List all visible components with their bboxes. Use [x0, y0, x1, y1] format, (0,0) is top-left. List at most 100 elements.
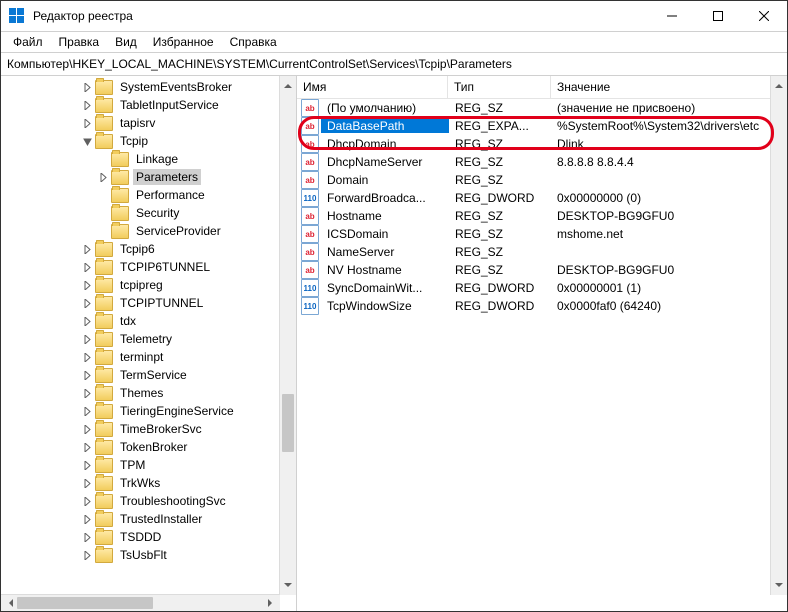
tree-item[interactable]: TimeBrokerSvc — [1, 420, 280, 438]
value-data: 0x0000faf0 (64240) — [551, 299, 771, 313]
tree-item[interactable]: TCPIPTUNNEL — [1, 294, 280, 312]
value-row[interactable]: 110SyncDomainWit...REG_DWORD0x00000001 (… — [297, 279, 771, 297]
tree-item[interactable]: Themes — [1, 384, 280, 402]
tree-item[interactable]: TPM — [1, 456, 280, 474]
expand-icon[interactable] — [81, 369, 93, 381]
tree-item[interactable]: Security — [1, 204, 280, 222]
maximize-button[interactable] — [695, 1, 741, 31]
expand-icon[interactable] — [81, 495, 93, 507]
expand-icon[interactable] — [81, 459, 93, 471]
tree-item[interactable]: TSDDD — [1, 528, 280, 546]
tree-item[interactable]: ServiceProvider — [1, 222, 280, 240]
value-row[interactable]: ab(По умолчанию)REG_SZ(значение не присв… — [297, 99, 771, 117]
tree-item[interactable]: TsUsbFlt — [1, 546, 280, 564]
tree-item[interactable]: TokenBroker — [1, 438, 280, 456]
menu-help[interactable]: Справка — [222, 33, 285, 51]
tree-item[interactable]: TCPIP6TUNNEL — [1, 258, 280, 276]
expand-icon[interactable] — [81, 513, 93, 525]
expand-icon[interactable] — [81, 423, 93, 435]
tree-item[interactable]: TrustedInstaller — [1, 510, 280, 528]
address-bar[interactable]: Компьютер\HKEY_LOCAL_MACHINE\SYSTEM\Curr… — [1, 53, 787, 76]
value-type: REG_SZ — [449, 209, 551, 223]
expand-icon[interactable] — [81, 477, 93, 489]
tree-item[interactable]: TabletInputService — [1, 96, 280, 114]
value-row[interactable]: abHostnameREG_SZDESKTOP-BG9GFU0 — [297, 207, 771, 225]
value-name: NV Hostname — [321, 263, 449, 277]
header-name[interactable]: Имя — [297, 76, 448, 98]
values-pane[interactable]: Имя Тип Значение ab(По умолчанию)REG_SZ(… — [297, 76, 787, 611]
tree-pane[interactable]: SystemEventsBrokerTabletInputServicetapi… — [1, 76, 297, 611]
value-row[interactable]: abNV HostnameREG_SZDESKTOP-BG9GFU0 — [297, 261, 771, 279]
expand-icon[interactable] — [81, 81, 93, 93]
value-row[interactable]: abDomainREG_SZ — [297, 171, 771, 189]
tree-item[interactable]: TrkWks — [1, 474, 280, 492]
tree-item[interactable]: Performance — [1, 186, 280, 204]
value-row[interactable]: abDataBasePathREG_EXPA...%SystemRoot%\Sy… — [297, 117, 771, 135]
expand-icon[interactable] — [81, 297, 93, 309]
minimize-button[interactable] — [649, 1, 695, 31]
value-data: (значение не присвоено) — [551, 101, 771, 115]
string-value-icon: ab — [301, 243, 319, 261]
value-row[interactable]: abNameServerREG_SZ — [297, 243, 771, 261]
expand-icon[interactable] — [81, 387, 93, 399]
expand-icon[interactable] — [81, 315, 93, 327]
value-row[interactable]: abICSDomainREG_SZmshome.net — [297, 225, 771, 243]
tree-item[interactable]: Telemetry — [1, 330, 280, 348]
tree-item-label: TieringEngineService — [117, 403, 237, 419]
twist-none — [97, 225, 109, 237]
values-header[interactable]: Имя Тип Значение — [297, 76, 771, 99]
folder-icon — [95, 98, 113, 113]
menu-favorites[interactable]: Избранное — [145, 33, 222, 51]
value-row[interactable]: abDhcpNameServerREG_SZ8.8.8.8 8.8.4.4 — [297, 153, 771, 171]
value-data: %SystemRoot%\System32\drivers\etc — [551, 119, 771, 133]
expand-icon[interactable] — [81, 549, 93, 561]
expand-icon[interactable] — [81, 261, 93, 273]
tree-item-label: tdx — [117, 313, 139, 329]
tree-scrollbar-vertical[interactable] — [279, 76, 296, 595]
expand-icon[interactable] — [97, 171, 109, 183]
expand-icon[interactable] — [81, 279, 93, 291]
tree-item[interactable]: tcpipreg — [1, 276, 280, 294]
tree-item[interactable]: tdx — [1, 312, 280, 330]
tree-item[interactable]: Parameters — [1, 168, 280, 186]
tree-item[interactable]: Tcpip6 — [1, 240, 280, 258]
value-row[interactable]: 110TcpWindowSizeREG_DWORD0x0000faf0 (642… — [297, 297, 771, 315]
expand-icon[interactable] — [81, 117, 93, 129]
value-data: 8.8.8.8 8.8.4.4 — [551, 155, 771, 169]
titlebar[interactable]: Редактор реестра — [1, 1, 787, 32]
value-row[interactable]: abDhcpDomainREG_SZDlink — [297, 135, 771, 153]
expand-icon[interactable] — [81, 531, 93, 543]
menu-view[interactable]: Вид — [107, 33, 145, 51]
tree-item[interactable]: Tcpip — [1, 132, 280, 150]
expand-icon[interactable] — [81, 405, 93, 417]
expand-icon[interactable] — [81, 441, 93, 453]
window-title: Редактор реестра — [33, 9, 133, 23]
expand-icon[interactable] — [81, 243, 93, 255]
expand-icon[interactable] — [81, 333, 93, 345]
expand-icon[interactable] — [81, 99, 93, 111]
values-scrollbar-vertical[interactable] — [770, 76, 787, 595]
tree-item[interactable]: TermService — [1, 366, 280, 384]
tree-item[interactable]: TroubleshootingSvc — [1, 492, 280, 510]
tree-item[interactable]: Linkage — [1, 150, 280, 168]
close-button[interactable] — [741, 1, 787, 31]
expand-icon[interactable] — [81, 351, 93, 363]
tree-item[interactable]: terminpt — [1, 348, 280, 366]
tree-item[interactable]: SystemEventsBroker — [1, 78, 280, 96]
tree-item[interactable]: tapisrv — [1, 114, 280, 132]
tree-item[interactable]: TieringEngineService — [1, 402, 280, 420]
tree-item-label: TroubleshootingSvc — [117, 493, 229, 509]
tree-scrollbar-horizontal[interactable] — [1, 594, 280, 611]
folder-icon — [111, 170, 129, 185]
value-name: SyncDomainWit... — [321, 281, 449, 295]
header-type[interactable]: Тип — [448, 76, 551, 98]
menu-edit[interactable]: Правка — [51, 33, 108, 51]
tree-item-label: TsUsbFlt — [117, 547, 170, 563]
header-data[interactable]: Значение — [551, 76, 771, 98]
binary-value-icon: 110 — [301, 189, 319, 207]
menu-file[interactable]: Файл — [5, 33, 51, 51]
value-data: Dlink — [551, 137, 771, 151]
value-row[interactable]: 110ForwardBroadca...REG_DWORD0x00000000 … — [297, 189, 771, 207]
collapse-icon[interactable] — [81, 135, 93, 147]
tree-item-label: Tcpip6 — [117, 241, 158, 257]
